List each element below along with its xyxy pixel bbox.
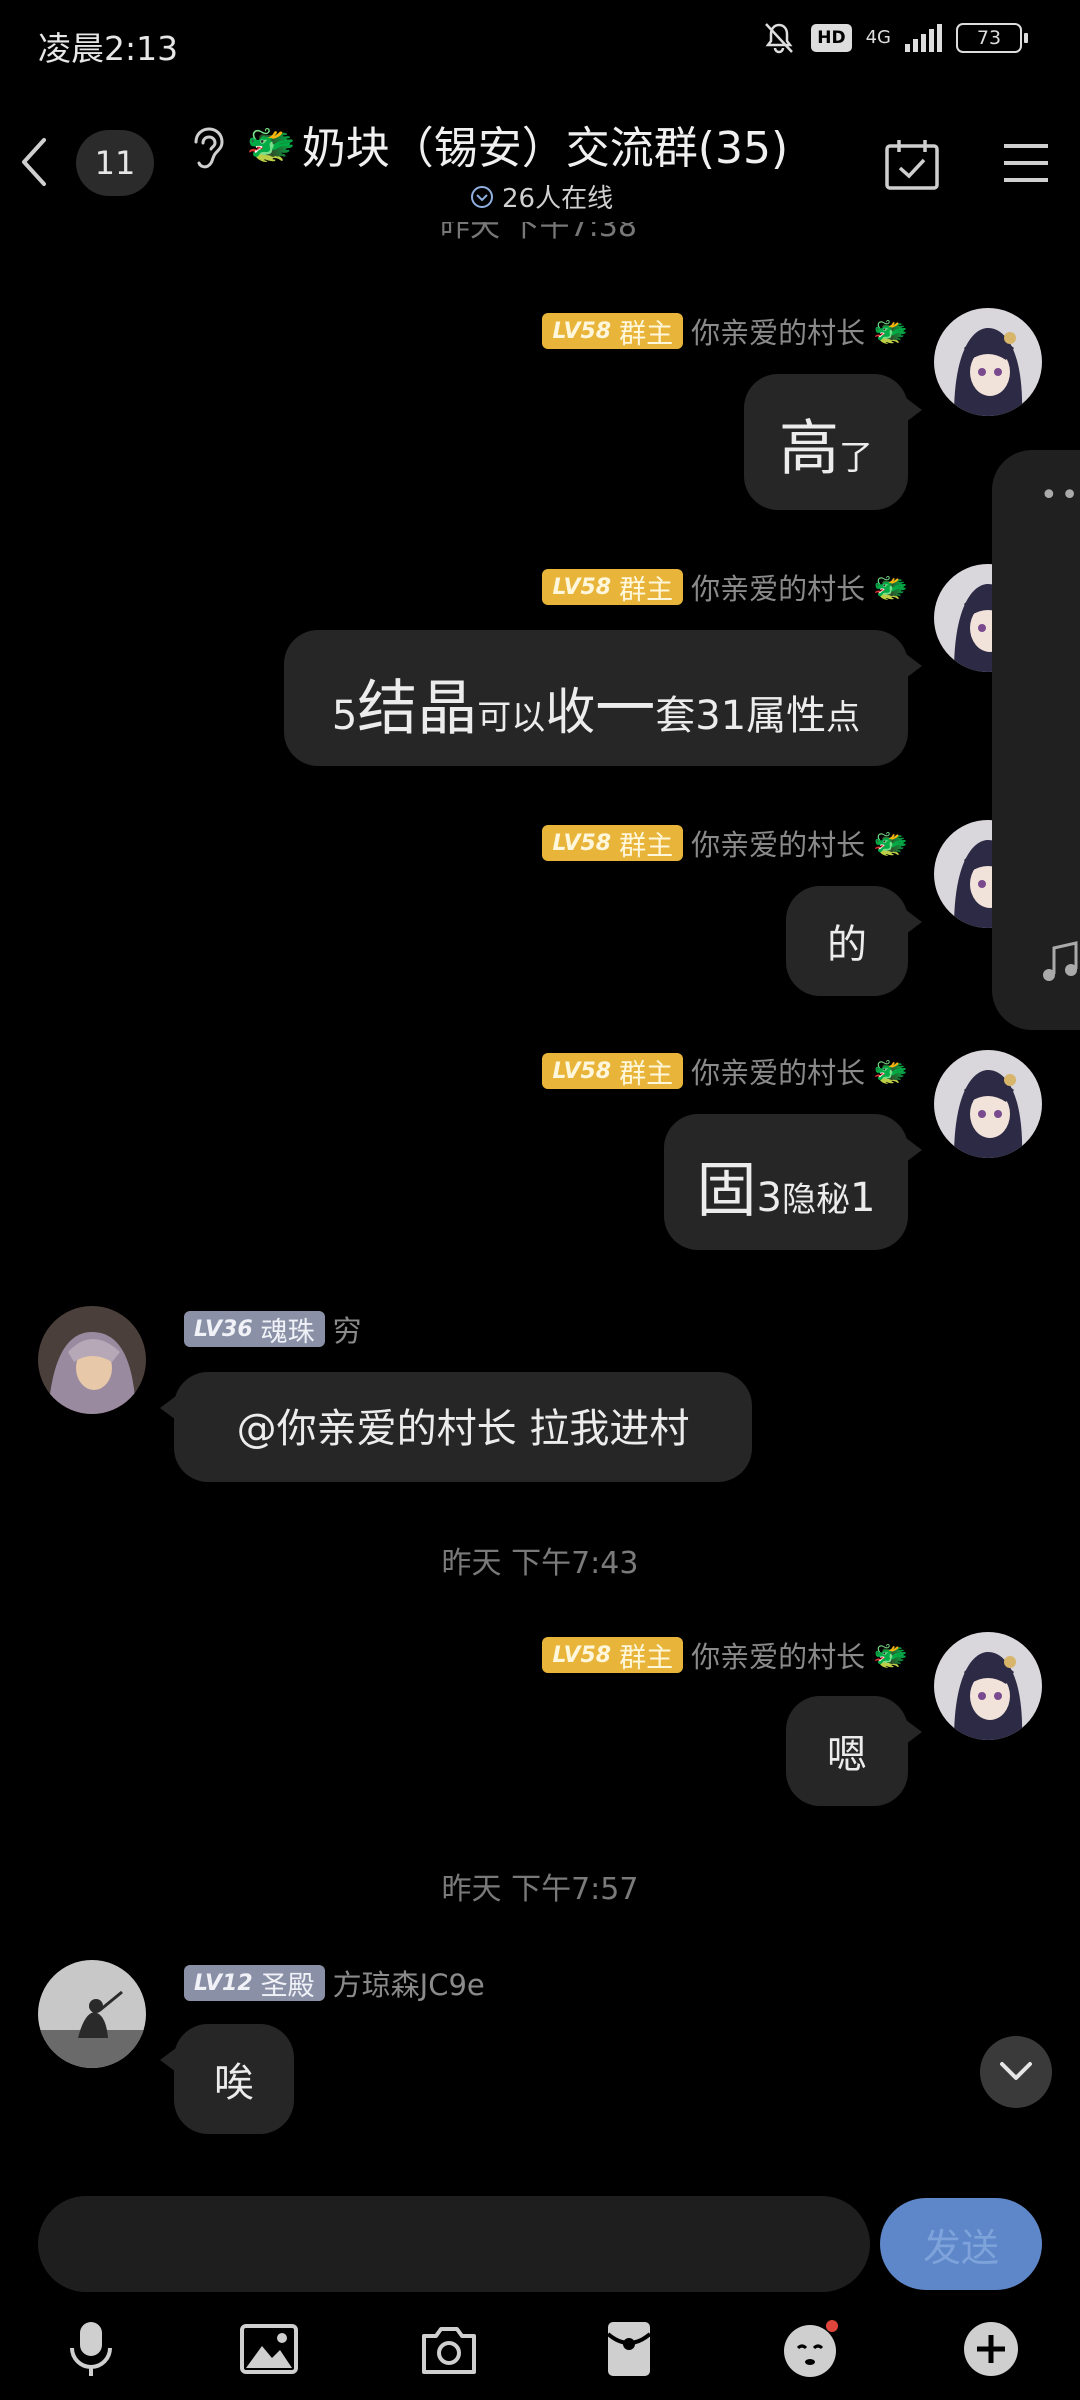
back-arrow-icon[interactable] bbox=[14, 132, 54, 192]
dragon-emoji-icon: 🐲 bbox=[873, 1054, 908, 1088]
scroll-to-bottom-button[interactable] bbox=[980, 2036, 1052, 2108]
send-button[interactable]: 发送 bbox=[880, 2198, 1042, 2290]
dragon-emoji-icon: 🐲 bbox=[873, 314, 908, 348]
music-note-icon[interactable] bbox=[1040, 940, 1080, 984]
network-type: 4G bbox=[865, 27, 891, 48]
sender-info: LV58 群主 你亲爱的村长 🐲 bbox=[542, 1634, 908, 1676]
level-badge: LV58 群主 bbox=[542, 1053, 684, 1090]
sender-nickname[interactable]: 你亲爱的村长 bbox=[691, 1050, 865, 1092]
message-bubble[interactable]: 的 bbox=[786, 886, 922, 996]
message-bubble[interactable]: 嗯 bbox=[786, 1696, 922, 1806]
sender-info: LV58 群主 你亲爱的村长 🐲 bbox=[542, 822, 908, 864]
signal-icon bbox=[905, 24, 942, 52]
chevron-circle-icon bbox=[471, 185, 493, 208]
ear-icon[interactable] bbox=[184, 124, 228, 174]
sender-info: LV58 群主 你亲爱的村长 🐲 bbox=[542, 310, 908, 352]
message-bubble[interactable]: 高了 bbox=[744, 374, 922, 510]
level-badge: LV58 群主 bbox=[542, 1637, 684, 1674]
red-packet-icon[interactable] bbox=[598, 2318, 660, 2380]
dragon-emoji-icon: 🐲 bbox=[873, 1638, 908, 1672]
dragon-emoji-icon: 🐲 bbox=[873, 826, 908, 860]
avatar[interactable] bbox=[38, 1960, 146, 2068]
mic-icon[interactable] bbox=[60, 2318, 122, 2380]
sender-nickname[interactable]: 你亲爱的村长 bbox=[691, 566, 865, 608]
sender-nickname[interactable]: 你亲爱的村长 bbox=[691, 1634, 865, 1676]
image-icon[interactable] bbox=[238, 2318, 300, 2380]
group-name: 奶块（锡安）交流群(35) bbox=[301, 123, 789, 174]
emoji-icon[interactable] bbox=[780, 2318, 842, 2380]
avatar[interactable] bbox=[38, 1306, 146, 1414]
dragon-emoji-icon: 🐲 bbox=[873, 570, 908, 604]
avatar[interactable] bbox=[934, 308, 1042, 416]
plus-icon[interactable] bbox=[960, 2318, 1022, 2380]
message-bubble[interactable]: 5 结晶 可以收一套 31 属性点 bbox=[284, 630, 922, 766]
chevron-down-icon bbox=[1000, 2062, 1032, 2080]
hd-badge: HD bbox=[811, 24, 852, 52]
mute-bell-icon bbox=[765, 23, 794, 54]
group-title[interactable]: 🐲 奶块（锡安）交流群(35) bbox=[246, 112, 788, 176]
online-status[interactable]: 26人在线 bbox=[470, 178, 613, 215]
menu-icon[interactable] bbox=[1000, 140, 1052, 186]
timestamp: 昨天 下午7:43 bbox=[441, 1546, 639, 1581]
battery-icon: 73 bbox=[956, 23, 1028, 53]
sender-info: LV58 群主 你亲爱的村长 🐲 bbox=[542, 1050, 908, 1092]
status-time: 凌晨2:13 bbox=[38, 29, 179, 68]
message-bubble[interactable]: 唉 bbox=[160, 2024, 294, 2134]
status-icons: HD 4G 73 bbox=[761, 20, 1028, 56]
online-count: 26人在线 bbox=[502, 184, 614, 214]
sender-nickname[interactable]: 穷 bbox=[333, 1308, 362, 1350]
sender-nickname[interactable]: 你亲爱的村长 bbox=[691, 822, 865, 864]
more-dots-icon[interactable]: ••• bbox=[1040, 478, 1080, 513]
partial-timestamp: 昨天 下午7:38 bbox=[440, 222, 637, 244]
message-bubble[interactable]: @你亲爱的村长 拉我进村 bbox=[160, 1372, 752, 1482]
level-badge: LV36 魂珠 bbox=[184, 1311, 325, 1348]
sender-info: LV58 群主 你亲爱的村长 🐲 bbox=[542, 566, 908, 608]
level-badge: LV58 群主 bbox=[542, 825, 684, 862]
camera-icon[interactable] bbox=[418, 2318, 480, 2380]
dragon-emoji-icon: 🐲 bbox=[246, 121, 296, 168]
unread-count-badge[interactable]: 11 bbox=[76, 130, 154, 196]
calendar-check-icon[interactable] bbox=[882, 138, 942, 192]
sender-nickname[interactable]: 方琼森JC9e bbox=[333, 1962, 485, 2004]
sender-info: LV12 圣殿 方琼森JC9e bbox=[184, 1962, 485, 2004]
message-input[interactable] bbox=[38, 2196, 870, 2292]
level-badge: LV58 群主 bbox=[542, 313, 684, 350]
timestamp: 昨天 下午7:57 bbox=[441, 1872, 639, 1907]
sender-nickname[interactable]: 你亲爱的村长 bbox=[691, 310, 865, 352]
level-badge: LV58 群主 bbox=[542, 569, 684, 606]
message-bubble[interactable]: 固 3 隐秘 1 bbox=[664, 1114, 922, 1250]
avatar[interactable] bbox=[934, 1050, 1042, 1158]
sender-info: LV36 魂珠 穷 bbox=[184, 1308, 362, 1350]
battery-level: 73 bbox=[976, 27, 1002, 49]
level-badge: LV12 圣殿 bbox=[184, 1965, 325, 2002]
avatar[interactable] bbox=[934, 1632, 1042, 1740]
